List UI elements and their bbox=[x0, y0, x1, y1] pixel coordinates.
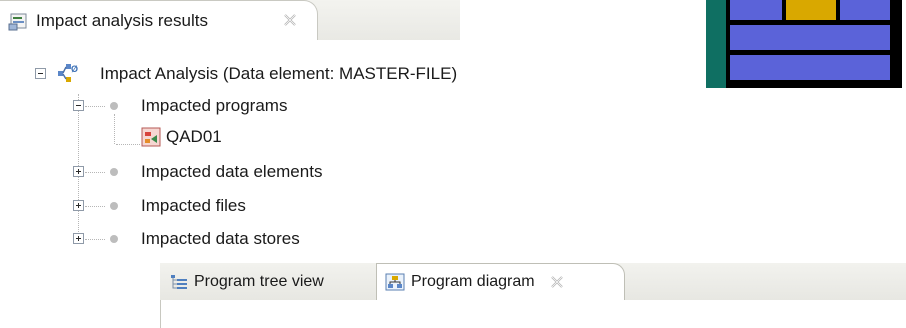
tab-program-tree-view[interactable]: Program tree view bbox=[160, 263, 376, 300]
tree-group-label: Impacted data stores bbox=[141, 229, 300, 248]
tree-root[interactable]: Impact Analysis (Data element: MASTER-FI… bbox=[100, 61, 457, 87]
collapse-toggle[interactable] bbox=[35, 68, 46, 79]
tree-group-data-stores[interactable]: Impacted data stores bbox=[141, 226, 300, 252]
tree-root-label: Impact Analysis (Data element: MASTER-FI… bbox=[100, 64, 458, 83]
tree-guide-line bbox=[85, 172, 105, 173]
impact-analysis-icon: Ø bbox=[56, 61, 86, 90]
expand-toggle[interactable] bbox=[73, 233, 84, 244]
program-icon bbox=[141, 127, 161, 152]
expand-toggle[interactable] bbox=[73, 166, 84, 177]
tree-group-data-elements[interactable]: Impacted data elements bbox=[141, 159, 322, 185]
tree-item-label: QAD01 bbox=[166, 127, 222, 146]
view-tab-bar: Impact analysis results bbox=[0, 0, 460, 40]
tree-guide-line bbox=[85, 239, 105, 240]
group-bullet-icon bbox=[110, 168, 118, 176]
tab-label: Program tree view bbox=[194, 272, 324, 290]
group-bullet-icon bbox=[110, 202, 118, 210]
close-icon[interactable] bbox=[282, 12, 298, 33]
tree-guide-line bbox=[116, 144, 140, 145]
impact-results-tab[interactable]: Impact analysis results bbox=[0, 0, 318, 40]
collapse-toggle[interactable] bbox=[73, 100, 84, 111]
tree-guide-line bbox=[114, 114, 115, 144]
tree-guide-line bbox=[85, 206, 105, 207]
expand-toggle[interactable] bbox=[73, 200, 84, 211]
tree-group-files[interactable]: Impacted files bbox=[141, 193, 246, 219]
tab-program-diagram[interactable]: Program diagram bbox=[376, 263, 625, 300]
tab-label: Program diagram bbox=[411, 273, 535, 290]
tree-group-label: Impacted programs bbox=[141, 96, 288, 115]
impact-results-icon bbox=[8, 12, 30, 37]
tree-group-programs[interactable]: Impacted programs bbox=[141, 93, 287, 119]
diagram-icon bbox=[385, 273, 405, 291]
editor-content-area bbox=[160, 300, 906, 328]
svg-text:Ø: Ø bbox=[71, 64, 78, 74]
view-tab-title: Impact analysis results bbox=[36, 11, 208, 30]
tree-guide-line bbox=[85, 106, 105, 107]
close-icon[interactable] bbox=[549, 274, 565, 290]
tree-item-program[interactable]: QAD01 bbox=[166, 124, 222, 150]
group-bullet-icon bbox=[110, 235, 118, 243]
group-bullet-icon bbox=[110, 102, 118, 110]
tree-group-label: Impacted data elements bbox=[141, 162, 323, 181]
editor-tab-bar: Program tree view Program diagram bbox=[160, 263, 906, 301]
tree-view-icon bbox=[170, 274, 188, 290]
logo bbox=[706, 0, 902, 88]
tree-group-label: Impacted files bbox=[141, 196, 246, 215]
